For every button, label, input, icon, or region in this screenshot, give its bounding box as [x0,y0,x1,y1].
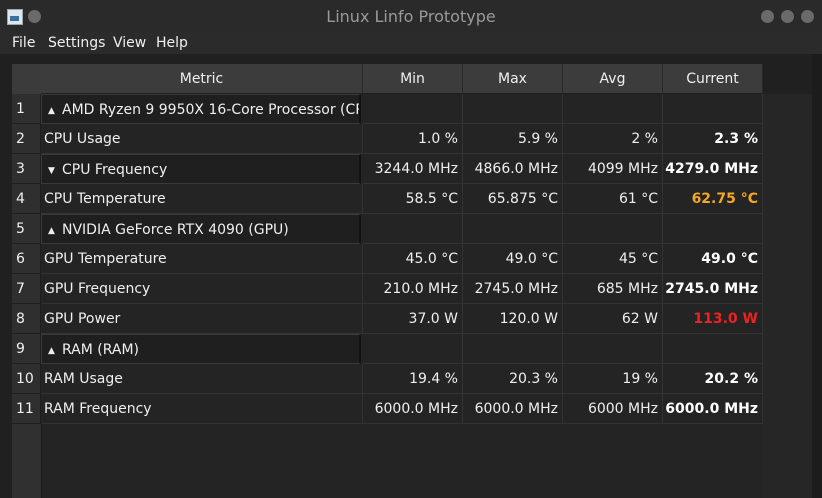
cell-max[interactable] [463,334,563,364]
cell-metric[interactable]: RAM Usage [41,364,363,394]
cell-max[interactable] [463,214,563,244]
collapse-arrow-icon[interactable]: ▼ [48,156,62,183]
group-row-label[interactable]: ▼ CPU Frequency [41,154,361,184]
group-row-label[interactable]: ▲ NVIDIA GeForce RTX 4090 (GPU) [41,214,361,244]
cell-max[interactable]: 5.9 % [463,124,563,154]
window-title: Linux Linfo Prototype [326,7,496,26]
header-max[interactable]: Max [463,64,563,94]
row-header-filler [12,424,42,498]
menu-view[interactable]: View [113,35,146,51]
header-min[interactable]: Min [363,64,463,94]
maximize-button[interactable] [781,10,794,23]
cell-min[interactable]: 37.0 W [363,304,463,334]
row-header[interactable]: 3 [12,154,41,184]
title-bar: Linux Linfo Prototype [0,0,822,32]
cell-avg[interactable] [563,334,663,364]
minimize-button[interactable] [761,10,774,23]
cell-avg[interactable]: 2 % [563,124,663,154]
cell-max[interactable]: 20.3 % [463,364,563,394]
cell-metric[interactable]: RAM Frequency [41,394,363,424]
window-edge [812,54,822,498]
cell-avg[interactable]: 6000 MHz [563,394,663,424]
row-header[interactable]: 9 [12,334,41,364]
group-row-label[interactable]: ▲ RAM (RAM) [41,334,361,364]
main-content: Metric Min Max Avg Current 1 ▲ AMD Ryzen 9… [0,54,822,498]
cell-avg[interactable]: 61 °C [563,184,663,214]
cell-current[interactable]: 2.3 % [663,124,763,154]
row-header[interactable]: 5 [12,214,41,244]
row-header[interactable]: 2 [12,124,41,154]
cell-avg[interactable]: 62 W [563,304,663,334]
group-label-text: AMD Ryzen 9 9950X 16-Core Processor (CPU… [62,102,361,118]
row-header[interactable]: 7 [12,274,41,304]
group-label-text: RAM (RAM) [62,342,140,358]
cell-min[interactable]: 45.0 °C [363,244,463,274]
cell-min[interactable] [363,94,463,124]
cell-avg[interactable]: 685 MHz [563,274,663,304]
cell-current[interactable]: 49.0 °C [663,244,763,274]
cell-avg[interactable]: 19 % [563,364,663,394]
cell-current[interactable]: 20.2 % [663,364,763,394]
cell-min[interactable]: 1.0 % [363,124,463,154]
expand-arrow-icon[interactable]: ▲ [48,96,62,123]
cell-current[interactable] [663,94,763,124]
cell-min[interactable]: 19.4 % [363,364,463,394]
cell-min[interactable] [363,214,463,244]
group-label-text: CPU Frequency [62,162,168,178]
cell-current[interactable]: 113.0 W [663,304,763,334]
group-label-text: NVIDIA GeForce RTX 4090 (GPU) [62,222,289,238]
cell-max[interactable] [463,94,563,124]
menu-bar: File Settings View Help [0,32,822,54]
cell-current[interactable]: 62.75 °C [663,184,763,214]
cell-current[interactable] [663,334,763,364]
header-current[interactable]: Current [663,64,763,94]
header-avg[interactable]: Avg [563,64,663,94]
cell-current[interactable]: 6000.0 MHz [663,394,763,424]
cell-min[interactable] [363,334,463,364]
cell-max[interactable]: 4866.0 MHz [463,154,563,184]
row-header[interactable]: 11 [12,394,41,424]
cell-current[interactable]: 4279.0 MHz [663,154,763,184]
expand-arrow-icon[interactable]: ▲ [48,336,62,363]
metrics-table[interactable]: Metric Min Max Avg Current 1 ▲ AMD Ryzen 9… [12,64,763,498]
expand-arrow-icon[interactable]: ▲ [48,216,62,243]
cell-min[interactable]: 210.0 MHz [363,274,463,304]
row-header[interactable]: 4 [12,184,41,214]
menu-file[interactable]: File [12,35,35,51]
cell-avg[interactable] [563,214,663,244]
table-corner-button[interactable] [12,64,42,95]
cell-avg[interactable] [563,94,663,124]
cell-min[interactable]: 58.5 °C [363,184,463,214]
cell-max[interactable]: 120.0 W [463,304,563,334]
cell-metric[interactable]: GPU Power [41,304,363,334]
row-header[interactable]: 10 [12,364,41,394]
close-button[interactable] [801,10,814,23]
row-header[interactable]: 6 [12,244,41,274]
cell-current[interactable]: 2745.0 MHz [663,274,763,304]
cell-max[interactable]: 49.0 °C [463,244,563,274]
menu-help[interactable]: Help [156,35,188,51]
cell-max[interactable]: 6000.0 MHz [463,394,563,424]
cell-avg[interactable]: 45 °C [563,244,663,274]
menu-settings[interactable]: Settings [48,35,105,51]
cell-metric[interactable]: CPU Temperature [41,184,363,214]
cell-max[interactable]: 2745.0 MHz [463,274,563,304]
cell-avg[interactable]: 4099 MHz [563,154,663,184]
row-header[interactable]: 1 [12,94,41,124]
row-header[interactable]: 8 [12,304,41,334]
cell-min[interactable]: 6000.0 MHz [363,394,463,424]
cell-min[interactable]: 3244.0 MHz [363,154,463,184]
empty-viewport-area [763,94,812,498]
cell-metric[interactable]: GPU Temperature [41,244,363,274]
header-metric[interactable]: Metric [41,64,363,94]
cell-max[interactable]: 65.875 °C [463,184,563,214]
group-row-label[interactable]: ▲ AMD Ryzen 9 9950X 16-Core Processor (CP… [41,94,361,124]
cell-metric[interactable]: CPU Usage [41,124,363,154]
cell-metric[interactable]: GPU Frequency [41,274,363,304]
cell-current[interactable] [663,214,763,244]
